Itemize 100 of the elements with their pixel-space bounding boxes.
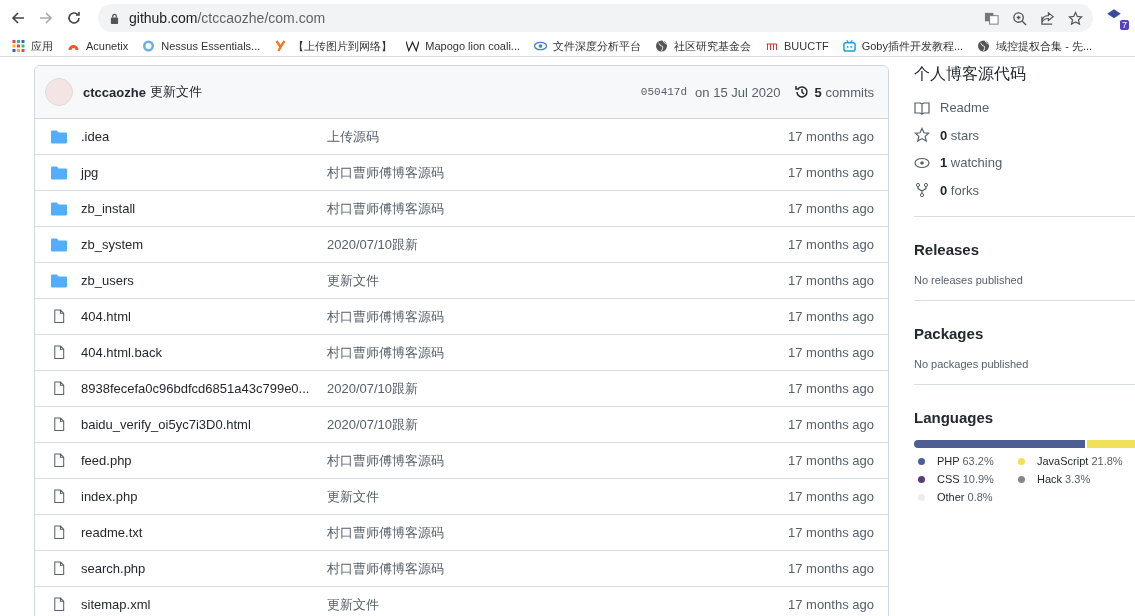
file-icon [51,345,67,360]
file-age: 17 months ago [788,561,874,576]
file-name-link[interactable]: 404.html [81,309,327,324]
file-icon [51,417,67,432]
globe-icon [977,40,991,52]
url-text: github.com/ctccaozhe/com.com [129,10,326,26]
languages-heading: Languages [914,409,995,426]
commit-hash[interactable]: 050417d [640,86,688,98]
bookmark[interactable]: BUUCTF [765,40,829,52]
file-icon [51,381,67,396]
bookmark[interactable]: Nessus Essentials... [142,40,261,52]
history-icon [794,84,811,100]
file-name-link[interactable]: baidu_verify_oi5yc7i3D0.html [81,417,327,432]
address-bar[interactable]: github.com/ctccaozhe/com.com [98,4,1093,32]
file-icon [51,597,67,612]
repo-description: 个人博客源代码 [914,64,1027,84]
file-name-link[interactable]: .idea [81,129,327,144]
commit-message-link[interactable]: 2020/07/10跟新 [327,379,527,398]
about-stat-link[interactable]: Readme [914,94,1135,122]
file-age: 17 months ago [788,201,874,216]
commit-message-link[interactable]: 更新文件 [327,271,527,290]
file-name-link[interactable]: zb_users [81,273,327,288]
file-name-link[interactable]: readme.txt [81,525,327,540]
file-name-link[interactable]: jpg [81,165,327,180]
bookmark[interactable]: Acunetix [67,40,129,52]
file-age: 17 months ago [788,129,874,144]
commit-message-link[interactable]: 村口曹师傅博客源码 [327,559,527,578]
commit-date: on 15 Jul 2020 [695,84,781,100]
file-icon [51,453,67,468]
file-age: 17 months ago [788,237,874,252]
commit-message-link[interactable]: 村口曹师傅博客源码 [327,307,527,326]
commits-link[interactable]: 5 commits [794,84,874,100]
extension-badge: 7 [1120,20,1129,30]
file-age: 17 months ago [788,453,874,468]
language-link[interactable]: Other 0.8% [937,491,993,503]
file-name-link[interactable]: zb_install [81,201,327,216]
bookmark[interactable]: Goby插件开发教程... [842,38,964,54]
about-stat-link[interactable]: 0 stars [914,121,1135,149]
commit-author[interactable]: ctccaozhe [83,84,146,100]
commit-message-link[interactable]: 村口曹师傅博客源码 [327,199,527,218]
commit-message-link[interactable]: 村口曹师傅博客源码 [327,163,527,182]
file-name-link[interactable]: feed.php [81,453,327,468]
packages-heading[interactable]: Packages [914,325,1135,342]
commit-message-link[interactable]: 上传源码 [327,127,527,146]
about-stat-link[interactable]: 1 watching [914,149,1135,177]
file-name-link[interactable]: index.php [81,489,327,504]
file-name-link[interactable]: zb_system [81,237,327,252]
file-age: 17 months ago [788,165,874,180]
book-icon [914,99,930,116]
commit-message-link[interactable]: 村口曹师傅博客源码 [327,451,527,470]
star-icon[interactable] [1068,10,1083,26]
back-icon[interactable] [10,10,26,26]
translate-icon[interactable] [984,10,999,26]
releases-heading[interactable]: Releases [914,241,1135,258]
bookmark[interactable]: 应用 [12,38,53,54]
folder-icon [51,165,67,180]
file-age: 17 months ago [788,525,874,540]
share-icon[interactable] [1040,10,1055,26]
bookmark[interactable]: Mapogo lion coali... [406,40,521,52]
file-name-link[interactable]: 8938fecefa0c96bdfcd6851a43c799e0... [81,381,327,396]
packages-note: No packages published [914,358,1030,370]
bookmark[interactable]: 【上传图片到网络】 [274,38,393,54]
commit-message-link[interactable]: 2020/07/10跟新 [327,235,527,254]
folder-icon [51,237,67,252]
file-age: 17 months ago [788,345,874,360]
bars-icon [765,40,779,52]
releases-note: No releases published [914,274,1024,286]
commit-message-link[interactable]: 村口曹师傅博客源码 [327,343,527,362]
file-age: 17 months ago [788,381,874,396]
commit-message-link[interactable]: 2020/07/10跟新 [327,415,527,434]
zoom-icon[interactable] [1012,10,1027,26]
commit-message-link[interactable]: 更新文件 [327,595,527,614]
file-age: 17 months ago [788,309,874,324]
globe-icon [655,40,669,52]
file-name-link[interactable]: sitemap.xml [81,597,327,612]
file-icon [51,561,67,576]
file-age: 17 months ago [788,489,874,504]
bookmark[interactable]: 域控提权合集 - 先... [977,38,1093,54]
bookmark[interactable]: 文件深度分析平台 [534,38,642,54]
language-link[interactable]: JavaScript 21.8% [1037,455,1123,467]
language-link[interactable]: CSS 10.9% [937,473,994,485]
folder-icon [51,129,67,144]
folder-icon [51,273,67,288]
star-icon [914,127,930,144]
apps-grid-icon [12,40,25,52]
file-age: 17 months ago [788,597,874,612]
tv-icon [842,40,856,52]
commit-message-link[interactable]: 更新文件 [327,487,527,506]
file-name-link[interactable]: 404.html.back [81,345,327,360]
reload-icon[interactable] [66,10,82,26]
file-age: 17 months ago [788,417,874,432]
file-icon [51,525,67,540]
commit-message-link[interactable]: 村口曹师傅博客源码 [327,523,527,542]
about-stat-link[interactable]: 0 forks [914,176,1135,204]
bookmark[interactable]: 社区研究基金会 [655,38,752,54]
language-link[interactable]: PHP 63.2% [937,455,994,467]
commit-message[interactable]: 更新文件 [149,83,202,101]
file-icon [51,309,67,324]
language-link[interactable]: Hack 3.3% [1037,473,1091,485]
file-name-link[interactable]: search.php [81,561,327,576]
